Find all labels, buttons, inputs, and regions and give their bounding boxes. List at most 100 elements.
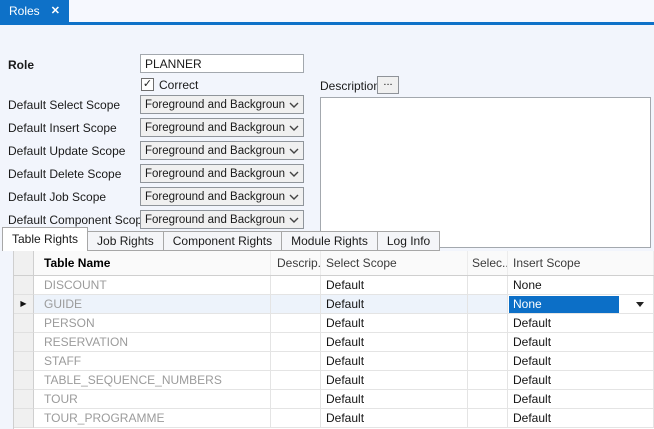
cell-insert-scope[interactable]: Default [508,409,654,428]
cell-select-scope[interactable]: Default [321,276,468,295]
role-label: Role [8,58,34,72]
row-selector-cell[interactable] [14,333,34,352]
chevron-down-icon [289,171,299,177]
role-input[interactable] [140,54,304,73]
cell-table-name[interactable]: DISCOUNT [34,276,271,295]
column-header-description[interactable]: Descrip... [271,251,321,275]
default-update-scope-combobox[interactable]: Foreground and Background [140,141,304,160]
row-selector-cell[interactable] [14,352,34,371]
grid-header-row: Table Name Descrip... Select Scope Selec… [14,251,654,276]
cell-description[interactable] [271,352,321,371]
row-selector-cell[interactable] [14,371,34,390]
cell-table-name[interactable]: RESERVATION [34,333,271,352]
description-browse-button[interactable]: ... [377,76,399,94]
table-rights-grid: Table Name Descrip... Select Scope Selec… [13,251,654,429]
cell-select-scope[interactable]: Default [321,390,468,409]
cell-select-scope[interactable]: Default [321,314,468,333]
row-selector-cell[interactable] [14,276,34,295]
row-selector-cell[interactable] [14,314,34,333]
table-row: PERSON Default Default [14,314,654,333]
chevron-down-icon [289,217,299,223]
column-header-select-scope-2[interactable]: Selec... [468,251,508,275]
close-icon[interactable]: ✕ [51,6,60,17]
cell-description[interactable] [271,314,321,333]
table-row: RESERVATION Default Default [14,333,654,352]
tab-log-info[interactable]: Log Info [377,231,440,251]
cell-table-name[interactable]: STAFF [34,352,271,371]
cell-select-scope[interactable]: Default [321,409,468,428]
cell-table-name[interactable]: PERSON [34,314,271,333]
cell-table-name[interactable]: TOUR [34,390,271,409]
chevron-down-icon [289,148,299,154]
default-job-scope-combobox[interactable]: Foreground and Background [140,187,304,206]
cell-select-scope[interactable]: Default [321,352,468,371]
default-update-scope-label: Default Update Scope [8,144,125,158]
table-row: TOUR Default Default [14,390,654,409]
description-textarea[interactable] [320,97,651,248]
row-selector-cell[interactable] [14,409,34,428]
rights-tabstrip: Table Rights Job Rights Component Rights… [2,227,440,251]
default-select-scope-combobox[interactable]: Foreground and Background [140,95,304,114]
cell-select-2[interactable] [468,333,508,352]
cell-select-scope[interactable]: Default [321,333,468,352]
default-delete-scope-label: Default Delete Scope [8,167,121,181]
cell-insert-scope[interactable]: None [508,276,654,295]
table-row: DISCOUNT Default None [14,276,654,295]
table-row: TOUR_PROGRAMME Default Default [14,409,654,428]
cell-select-2[interactable] [468,409,508,428]
cell-insert-scope[interactable]: Default [508,352,654,371]
cell-insert-scope[interactable]: Default [508,314,654,333]
chevron-down-icon [289,102,299,108]
cell-insert-scope-editor[interactable]: None [508,295,654,314]
correct-checkbox[interactable]: ✓ [141,78,154,91]
cell-description[interactable] [271,333,321,352]
default-job-scope-label: Default Job Scope [8,190,106,204]
cell-description[interactable] [271,390,321,409]
column-header-insert-scope[interactable]: Insert Scope [508,251,654,275]
cell-select-2[interactable] [468,352,508,371]
cell-description[interactable] [271,276,321,295]
default-insert-scope-combobox[interactable]: Foreground and Background [140,118,304,137]
chevron-down-icon [289,194,299,200]
description-label: Description [320,79,380,93]
cell-insert-scope[interactable]: Default [508,333,654,352]
correct-label: Correct [159,78,198,92]
default-delete-scope-combobox[interactable]: Foreground and Background [140,164,304,183]
cell-insert-scope[interactable]: Default [508,371,654,390]
tab-job-rights[interactable]: Job Rights [87,231,164,251]
cell-select-2[interactable] [468,314,508,333]
dropdown-arrow-icon[interactable] [636,302,644,307]
column-header-select-scope[interactable]: Select Scope [321,251,468,275]
tab-table-rights[interactable]: Table Rights [2,227,88,251]
cell-select-2[interactable] [468,295,508,314]
document-tabstrip: Roles ✕ [0,0,654,22]
role-form: Role ✓ Correct Description ... Default S… [0,25,654,251]
grid-select-all-cell[interactable] [14,251,34,275]
default-select-scope-label: Default Select Scope [8,98,120,112]
cell-description[interactable] [271,371,321,390]
cell-select-2[interactable] [468,276,508,295]
cell-table-name[interactable]: GUIDE [34,295,271,314]
cell-description[interactable] [271,295,321,314]
cell-table-name[interactable]: TABLE_SEQUENCE_NUMBERS [34,371,271,390]
current-row-marker-icon: ▶ [20,300,26,308]
editor-selected-value: None [509,296,619,313]
cell-description[interactable] [271,409,321,428]
cell-select-2[interactable] [468,390,508,409]
tab-roles-label: Roles [9,4,40,18]
default-component-scope-label: Default Component Scope [8,213,149,227]
column-header-table-name[interactable]: Table Name [34,251,271,275]
cell-select-scope[interactable]: Default [321,371,468,390]
cell-select-scope[interactable]: Default [321,295,468,314]
default-insert-scope-label: Default Insert Scope [8,121,117,135]
cell-table-name[interactable]: TOUR_PROGRAMME [34,409,271,428]
row-selector-cell[interactable] [14,390,34,409]
tab-module-rights[interactable]: Module Rights [281,231,378,251]
tab-component-rights[interactable]: Component Rights [163,231,282,251]
cell-insert-scope[interactable]: Default [508,390,654,409]
table-row: TABLE_SEQUENCE_NUMBERS Default Default [14,371,654,390]
table-row-selected: ▶ GUIDE Default None [14,295,654,314]
tab-roles[interactable]: Roles ✕ [0,0,69,22]
cell-select-2[interactable] [468,371,508,390]
row-selector-cell[interactable]: ▶ [14,295,34,314]
